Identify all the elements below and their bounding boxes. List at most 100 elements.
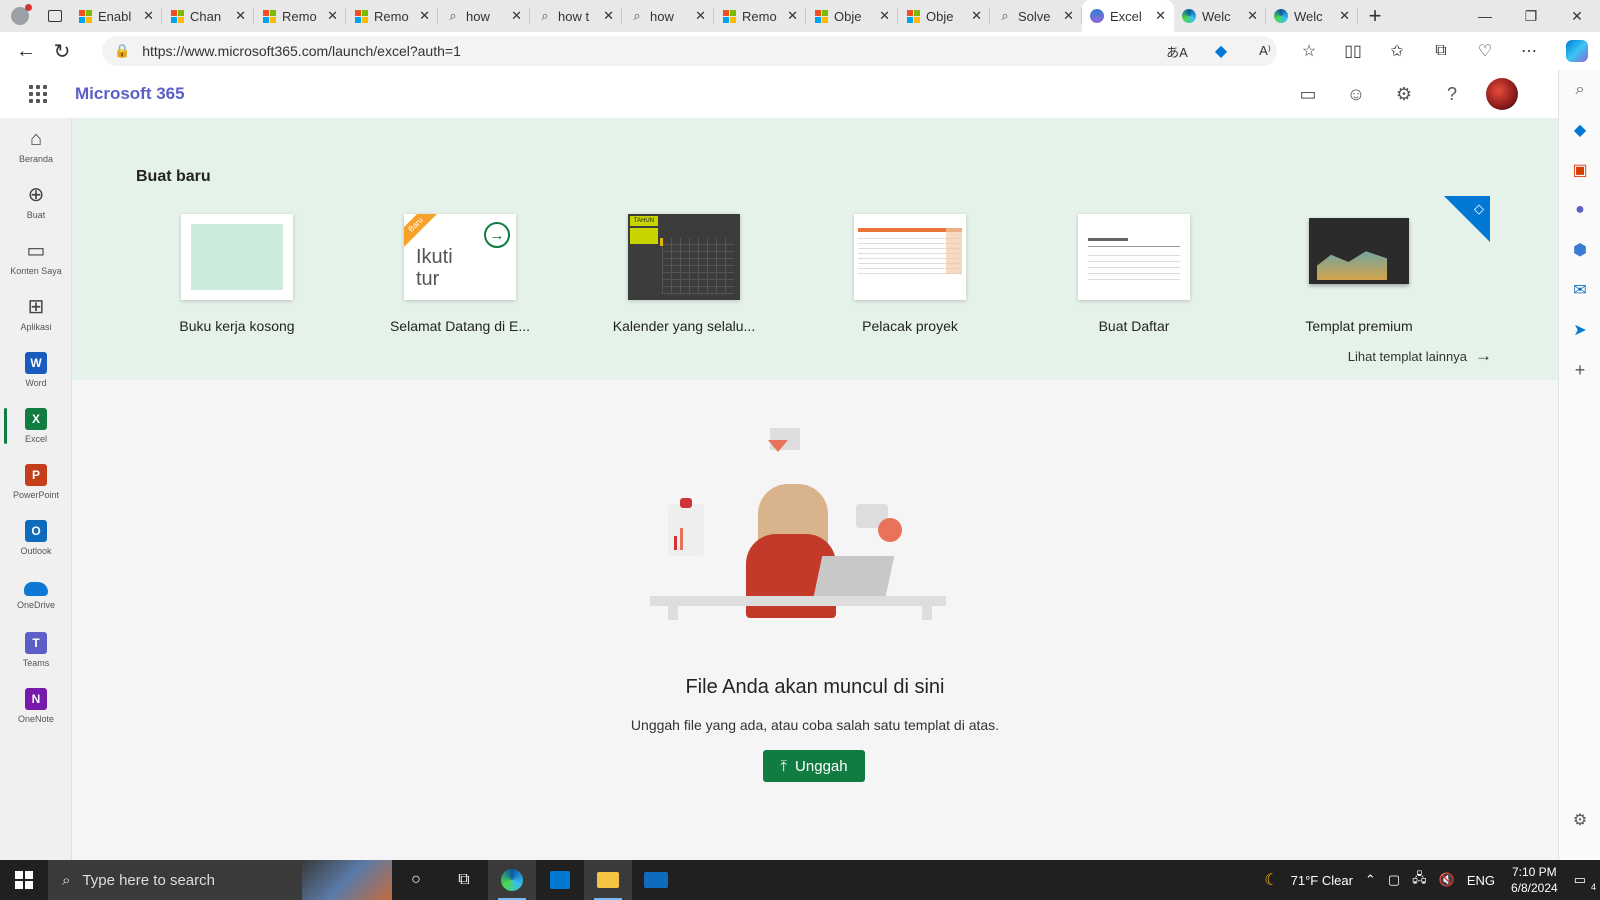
taskbar-mail-button[interactable]: [632, 860, 680, 900]
brand-title[interactable]: Microsoft 365: [75, 84, 185, 104]
rail-item-outlook[interactable]: O Outlook: [0, 510, 72, 566]
template-welcome-tour[interactable]: Baru Ikuti tur → Selamat Datang di E...: [360, 214, 560, 334]
taskbar-edge-button[interactable]: [488, 860, 536, 900]
tab-close-icon[interactable]: ✕: [511, 8, 522, 24]
weather-text[interactable]: 71°F Clear: [1285, 873, 1359, 888]
rail-item-beranda[interactable]: ⌂ Beranda: [0, 118, 72, 174]
tab-close-icon[interactable]: ✕: [235, 8, 246, 24]
meet-now-icon[interactable]: ▭: [1288, 76, 1328, 112]
address-bar[interactable]: 🔒 https://www.microsoft365.com/launch/ex…: [102, 36, 1277, 66]
tab-close-icon[interactable]: ✕: [971, 8, 982, 24]
close-window-button[interactable]: ✕: [1554, 0, 1600, 32]
sidebar-search-icon[interactable]: ⌕: [1559, 70, 1600, 110]
template-blank-workbook[interactable]: Buku kerja kosong: [137, 214, 337, 334]
sidebar-send-icon[interactable]: ➤: [1559, 310, 1600, 350]
tab-close-icon[interactable]: ✕: [695, 8, 706, 24]
tab-close-icon[interactable]: ✕: [327, 8, 338, 24]
sidebar-shopping-icon[interactable]: ◆: [1559, 110, 1600, 150]
copilot-icon[interactable]: [1566, 40, 1588, 62]
cortana-button[interactable]: ○: [392, 860, 440, 900]
see-more-templates-link[interactable]: Lihat templat lainnya →: [1348, 346, 1492, 366]
rail-item-excel[interactable]: X Excel: [0, 398, 72, 454]
favorite-star-icon[interactable]: ☆: [1290, 36, 1328, 66]
rail-item-powerpoint[interactable]: P PowerPoint: [0, 454, 72, 510]
sidebar-outlook-icon[interactable]: ✉: [1559, 270, 1600, 310]
more-menu-icon[interactable]: ⋯: [1510, 36, 1548, 66]
feedback-icon[interactable]: ☺: [1336, 76, 1376, 112]
tab-actions-button[interactable]: [40, 0, 70, 32]
browser-tab[interactable]: ⌕ how ✕: [438, 0, 530, 32]
rail-item-onenote[interactable]: N OneNote: [0, 678, 72, 734]
browser-tab[interactable]: Excel ✕: [1082, 0, 1174, 32]
network-icon[interactable]: 🖧: [1406, 869, 1433, 891]
sidebar-tools-icon[interactable]: ▣: [1559, 150, 1600, 190]
browser-tab[interactable]: Remo ✕: [254, 0, 346, 32]
tab-close-icon[interactable]: ✕: [1155, 8, 1166, 24]
template-make-list[interactable]: Buat Daftar: [1034, 214, 1234, 334]
template-calendar[interactable]: TAHUN Kalender yang selalu...: [584, 214, 784, 334]
browser-tab[interactable]: Remo ✕: [714, 0, 806, 32]
collections-icon[interactable]: ⧉: [1422, 36, 1460, 66]
template-project-tracker[interactable]: Pelacak proyek: [810, 214, 1010, 334]
sidebar-settings-icon[interactable]: ⚙: [1559, 800, 1600, 840]
browser-tab[interactable]: ⌕ how t ✕: [530, 0, 622, 32]
rail-item-teams[interactable]: T Teams: [0, 622, 72, 678]
tab-close-icon[interactable]: ✕: [879, 8, 890, 24]
url-text[interactable]: https://www.microsoft365.com/launch/exce…: [142, 43, 461, 59]
browser-tab[interactable]: ⌕ Solve ✕: [990, 0, 1082, 32]
browser-tab[interactable]: Remo ✕: [346, 0, 438, 32]
refresh-button[interactable]: ↻: [44, 35, 80, 67]
upload-button[interactable]: ⤒ Unggah: [763, 750, 865, 782]
tab-close-icon[interactable]: ✕: [787, 8, 798, 24]
taskbar-explorer-button[interactable]: [584, 860, 632, 900]
help-icon[interactable]: ?: [1432, 76, 1472, 112]
tab-close-icon[interactable]: ✕: [1247, 8, 1258, 24]
clock[interactable]: 7:10 PM 6/8/2024: [1501, 864, 1568, 896]
maximize-button[interactable]: ❐: [1508, 0, 1554, 32]
template-premium[interactable]: Templat premium: [1259, 214, 1459, 334]
browser-essentials-icon[interactable]: ♡: [1466, 36, 1504, 66]
browser-tab[interactable]: Chan ✕: [162, 0, 254, 32]
browser-tab[interactable]: ⌕ how ✕: [622, 0, 714, 32]
favorites-icon[interactable]: ✩: [1378, 36, 1416, 66]
profile-button[interactable]: [0, 0, 40, 32]
rail-item-onedrive[interactable]: OneDrive: [0, 566, 72, 622]
taskbar-search-box[interactable]: ⌕ Type here to search: [48, 860, 392, 900]
browser-tab[interactable]: Welc ✕: [1174, 0, 1266, 32]
tab-close-icon[interactable]: ✕: [603, 8, 614, 24]
avatar[interactable]: [1486, 78, 1518, 110]
rail-item-word[interactable]: W Word: [0, 342, 72, 398]
settings-icon[interactable]: ⚙: [1384, 76, 1424, 112]
rail-item-aplikasi[interactable]: ⊞ Aplikasi: [0, 286, 72, 342]
meet-icon[interactable]: ▢: [1382, 872, 1406, 888]
shopping-icon[interactable]: ◆: [1202, 36, 1240, 66]
browser-tab[interactable]: Welc ✕: [1266, 0, 1358, 32]
browser-tab[interactable]: Enabl ✕: [70, 0, 162, 32]
browser-tab[interactable]: Obje ✕: [898, 0, 990, 32]
notification-center-button[interactable]: ▭ 4: [1568, 872, 1600, 892]
new-tab-button[interactable]: +: [1358, 0, 1392, 32]
sidebar-persona-icon[interactable]: ●: [1559, 190, 1600, 230]
start-button[interactable]: [0, 860, 48, 900]
weather-moon-icon[interactable]: ☾: [1258, 870, 1284, 890]
minimize-button[interactable]: —: [1462, 0, 1508, 32]
back-button[interactable]: ←: [8, 35, 44, 67]
app-launcher-button[interactable]: [0, 85, 75, 103]
language-indicator[interactable]: ENG: [1461, 873, 1501, 888]
task-view-button[interactable]: ⧉: [440, 860, 488, 900]
taskbar-store-button[interactable]: [536, 860, 584, 900]
translate-icon[interactable]: あA: [1158, 36, 1196, 66]
sidebar-m365-icon[interactable]: ⬢: [1559, 230, 1600, 270]
read-aloud-icon[interactable]: A⁾: [1246, 36, 1284, 66]
rail-item-buat[interactable]: ⊕ Buat: [0, 174, 72, 230]
tab-close-icon[interactable]: ✕: [1063, 8, 1074, 24]
split-screen-icon[interactable]: ▯▯: [1334, 36, 1372, 66]
tab-close-icon[interactable]: ✕: [1339, 8, 1350, 24]
rail-item-konten-saya[interactable]: ▭ Konten Saya: [0, 230, 72, 286]
browser-tab[interactable]: Obje ✕: [806, 0, 898, 32]
sidebar-add-icon[interactable]: +: [1559, 350, 1600, 390]
volume-muted-icon[interactable]: 🔇: [1433, 872, 1461, 888]
chevron-up-icon[interactable]: ⌃: [1359, 872, 1382, 888]
tab-close-icon[interactable]: ✕: [419, 8, 430, 24]
tab-close-icon[interactable]: ✕: [143, 8, 154, 24]
